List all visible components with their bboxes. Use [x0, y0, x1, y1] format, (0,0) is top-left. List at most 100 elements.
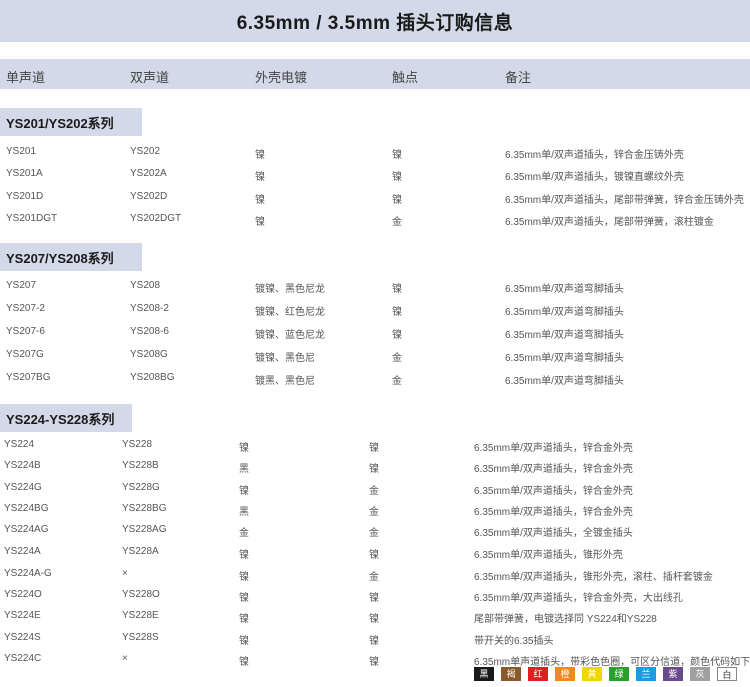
- table-cell: 6.35mm单/双声道弯脚插头: [505, 376, 624, 387]
- table-cell: 镀镍、蓝色尼龙: [255, 330, 325, 341]
- table-cell: 6.35mm单/双声道插头，全镀金插头: [474, 528, 633, 539]
- table-cell: YS201A: [6, 168, 43, 179]
- column-header-bar: 单声道 双声道 外壳电镀 触点 备注: [0, 59, 750, 89]
- table-cell: 镍: [369, 550, 379, 561]
- table-cell: YS202A: [130, 168, 167, 179]
- table-cell: 6.35mm单/双声道插头，锌合金外壳，大出线孔: [474, 593, 683, 604]
- table-cell: YS208-6: [130, 326, 169, 337]
- table-row: YS224B YS228B 黑 镍 6.35mm单/双声道插头，锌合金外壳: [0, 457, 750, 477]
- table-cell: 6.35mm单/双声道插头，锥形外壳，滚柱、插杆套镀金: [474, 572, 713, 583]
- table-cell: YS228B: [122, 460, 159, 471]
- table-cell: 金: [392, 217, 402, 228]
- table-cell: 镍: [392, 150, 402, 161]
- color-swatch-black: 黑: [474, 667, 494, 681]
- table-cell: YS224: [4, 439, 35, 450]
- table-cell: 6.35mm单/双声道插头，尾部带弹簧，锌合金压铸外壳: [505, 195, 744, 206]
- table-cell: 6.35mm单/双声道插头，锥形外壳: [474, 550, 623, 561]
- title-bar: 6.35mm / 3.5mm 插头订购信息: [0, 0, 750, 42]
- header-note: 备注: [505, 70, 532, 85]
- table-cell: YS208: [130, 280, 161, 291]
- table-cell: 镍: [369, 593, 379, 604]
- color-swatch-yellow: 黄: [582, 667, 602, 681]
- table-row: YS224A-G × 镍 金 6.35mm单/双声道插头，锥形外壳，滚柱、插杆套…: [0, 565, 750, 585]
- table-row: YS207 YS208 镀镍、黑色尼龙 镍 6.35mm单/双声道弯脚插头: [0, 277, 750, 297]
- table-cell: YS202: [130, 146, 161, 157]
- table-row: YS201D YS202D 镍 镍 6.35mm单/双声道插头，尾部带弹簧，锌合…: [0, 188, 750, 208]
- section-title: YS224-YS228系列: [0, 404, 132, 432]
- table-cell: YS224A: [4, 546, 41, 557]
- table-cell: 镍: [239, 657, 249, 668]
- table-cell: YS207: [6, 280, 37, 291]
- table-cell: 镍: [369, 443, 379, 454]
- table-row: YS224AG YS228AG 金 金 6.35mm单/双声道插头，全镀金插头: [0, 521, 750, 541]
- table-cell: 镍: [239, 486, 249, 497]
- table-cell: YS228AG: [122, 524, 167, 535]
- table-cell: YS201D: [6, 191, 44, 202]
- table-cell: 镍: [255, 195, 265, 206]
- table-row: YS207BG YS208BG 镀黑、黑色尼 金 6.35mm单/双声道弯脚插头: [0, 369, 750, 389]
- page-title: 6.35mm / 3.5mm 插头订购信息: [236, 12, 514, 34]
- table-cell: 镍: [255, 150, 265, 161]
- table-cell: 金: [369, 528, 379, 539]
- table-cell: ×: [122, 653, 128, 664]
- color-swatch-brown: 褐: [501, 667, 521, 681]
- table-cell: 黑: [239, 464, 249, 475]
- table-cell: YS224BG: [4, 503, 49, 514]
- table-cell: 镍: [392, 330, 402, 341]
- table-cell: YS224O: [4, 589, 42, 600]
- table-row: YS224G YS228G 镍 金 6.35mm单/双声道插头，锌合金外壳: [0, 479, 750, 499]
- table-cell: 镍: [369, 636, 379, 647]
- table-cell: 镀黑、黑色尼: [255, 376, 315, 387]
- table-cell: 尾部带弹簧，电镀选择同 YS224和YS228: [474, 614, 657, 625]
- table-cell: 金: [392, 376, 402, 387]
- table-cell: YS202DGT: [130, 213, 182, 224]
- table-cell: YS228E: [122, 610, 159, 621]
- table-cell: 镍: [392, 195, 402, 206]
- table-cell: 6.35mm单声道插头，带彩色色圈，可区分信道，颜色代码如下：: [474, 657, 750, 668]
- table-cell: 镍: [239, 550, 249, 561]
- table-cell: 6.35mm单/双声道插头，锌合金外壳: [474, 464, 633, 475]
- header-contact: 触点: [392, 70, 419, 85]
- table-cell: 6.35mm单/双声道插头，锌合金外壳: [474, 443, 633, 454]
- table-cell: 6.35mm单/双声道弯脚插头: [505, 330, 624, 341]
- table-row: YS207G YS208G 镀镍、黑色尼 金 6.35mm单/双声道弯脚插头: [0, 346, 750, 366]
- table-cell: 镍: [239, 572, 249, 583]
- table-cell: 金: [369, 572, 379, 583]
- table-cell: 镍: [369, 614, 379, 625]
- table-cell: 镀镍、黑色尼龙: [255, 284, 325, 295]
- table-cell: YS228A: [122, 546, 159, 557]
- table-cell: YS224AG: [4, 524, 49, 535]
- color-swatch-red: 红: [528, 667, 548, 681]
- table-cell: YS207G: [6, 349, 44, 360]
- table-row: YS201A YS202A 镍 镍 6.35mm单/双声道插头，镀镍直螺纹外壳: [0, 165, 750, 185]
- table-cell: 金: [239, 528, 249, 539]
- table-cell: 金: [369, 507, 379, 518]
- table-cell: 镍: [392, 172, 402, 183]
- table-cell: 6.35mm单/双声道插头，锌合金外壳: [474, 486, 633, 497]
- header-mono: 单声道: [6, 70, 46, 85]
- table-cell: YS224E: [4, 610, 41, 621]
- color-swatch-white: 白: [717, 667, 737, 681]
- table-cell: 镍: [369, 464, 379, 475]
- table-row: YS201DGT YS202DGT 镍 金 6.35mm单/双声道插头，尾部带弹…: [0, 210, 750, 230]
- table-cell: 镍: [369, 657, 379, 668]
- color-swatch-gray: 灰: [690, 667, 710, 681]
- table-cell: YS224A-G: [4, 568, 52, 579]
- color-swatch-blue: 兰: [636, 667, 656, 681]
- table-row: YS224O YS228O 镍 镍 6.35mm单/双声道插头，锌合金外壳，大出…: [0, 586, 750, 606]
- table-cell: YS228BG: [122, 503, 167, 514]
- table-cell: YS228O: [122, 589, 160, 600]
- header-stereo: 双声道: [130, 70, 170, 85]
- table-cell: 带开关的6.35插头: [474, 636, 554, 647]
- table-cell: YS207-6: [6, 326, 45, 337]
- table-row: YS201 YS202 镍 镍 6.35mm单/双声道插头，锌合金压铸外壳: [0, 143, 750, 163]
- table-cell: 镍: [392, 307, 402, 318]
- table-cell: 黑: [239, 507, 249, 518]
- table-cell: YS201: [6, 146, 37, 157]
- table-cell: 镀镍、红色尼龙: [255, 307, 325, 318]
- table-cell: 镍: [255, 217, 265, 228]
- table-cell: YS207-2: [6, 303, 45, 314]
- table-cell: 金: [392, 353, 402, 364]
- table-cell: ×: [122, 568, 128, 579]
- table-cell: 6.35mm单/双声道弯脚插头: [505, 307, 624, 318]
